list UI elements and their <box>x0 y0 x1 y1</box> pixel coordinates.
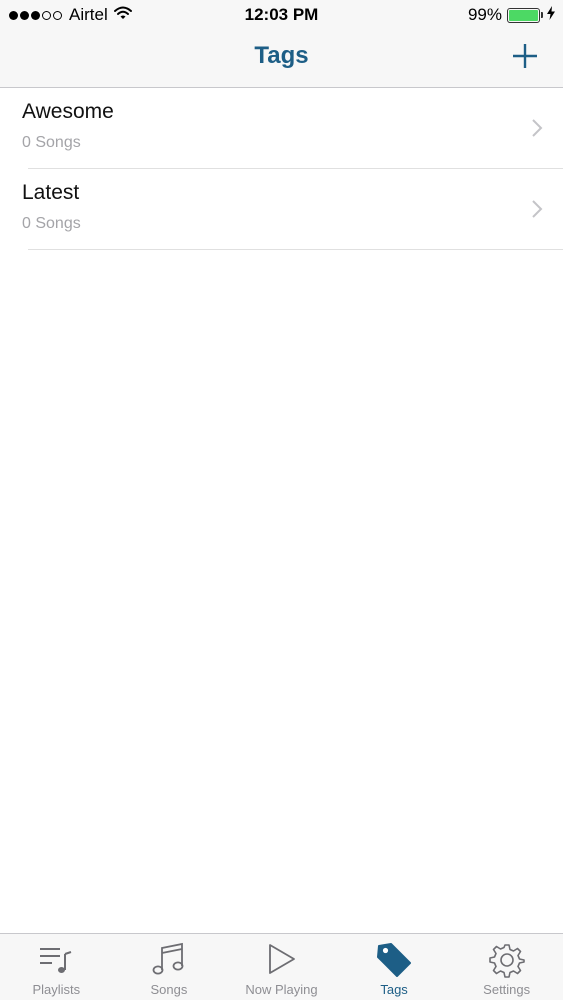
tab-tags[interactable]: Tags <box>338 934 451 1000</box>
tab-label: Playlists <box>32 982 81 997</box>
tag-icon <box>377 943 412 977</box>
page-title: Tags <box>254 42 309 69</box>
tag-name: Latest <box>22 181 80 204</box>
tab-label: Now Playing <box>245 982 318 997</box>
battery-fill <box>509 9 538 21</box>
gear-icon <box>488 944 525 978</box>
add-tag-button[interactable] <box>511 42 539 70</box>
chevron-right-icon <box>532 200 543 218</box>
battery-icon <box>507 7 540 23</box>
battery-percent: 99% <box>467 5 502 24</box>
battery-nub <box>541 12 543 18</box>
tag-list: Awesome 0 Songs Latest 0 Songs <box>0 88 563 250</box>
tab-now-playing[interactable]: Now Playing <box>225 934 338 1000</box>
tab-songs[interactable]: Songs <box>113 934 226 1000</box>
music-note-icon <box>152 942 184 975</box>
charging-bolt-icon <box>547 5 555 25</box>
tag-row[interactable]: Awesome 0 Songs <box>0 88 563 169</box>
nav-bar: Tags <box>0 30 563 88</box>
playlists-icon <box>40 948 72 973</box>
status-right: 99% <box>468 5 555 25</box>
tab-playlists[interactable]: Playlists <box>0 934 113 1000</box>
tab-settings[interactable]: Settings <box>450 934 563 1000</box>
tab-label: Songs <box>150 982 188 997</box>
tab-label: Tags <box>380 982 408 997</box>
tag-name: Awesome <box>22 100 114 123</box>
chevron-right-icon <box>532 119 543 137</box>
tag-row[interactable]: Latest 0 Songs <box>0 169 563 250</box>
plus-icon <box>513 44 537 68</box>
row-divider <box>28 249 563 250</box>
tag-song-count: 0 Songs <box>22 134 81 151</box>
tab-label: Settings <box>483 982 531 997</box>
tab-bar: Playlists Songs Now Playing Tags Setting… <box>0 933 563 1000</box>
play-icon <box>269 944 296 974</box>
status-bar: Airtel 12:03 PM 99% <box>0 0 563 30</box>
tag-song-count: 0 Songs <box>22 215 81 232</box>
